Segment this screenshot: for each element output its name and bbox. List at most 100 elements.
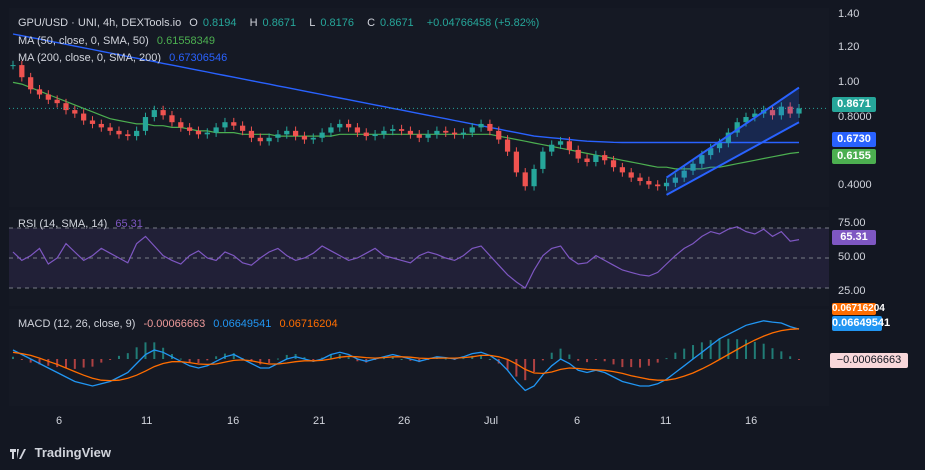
candle-body (19, 65, 25, 78)
candle-body (372, 134, 378, 137)
candle-body (451, 132, 458, 135)
ma50-value: 0.61558349 (156, 35, 216, 47)
macd-hist-bar (700, 342, 703, 359)
macd-hist-bar (144, 342, 147, 359)
candle-body (81, 113, 87, 121)
macd-line (12, 320, 800, 392)
candle-body (628, 172, 634, 178)
candle-body (646, 181, 652, 185)
macd-hist-bar (612, 359, 615, 365)
macd-hist-bar (789, 356, 792, 359)
candle-body (54, 99, 60, 104)
candle-body (116, 130, 122, 135)
candle-body (549, 144, 555, 152)
candle-body (575, 149, 581, 159)
candle-body (160, 110, 166, 116)
macd-line-value: 0.06649541 (213, 318, 272, 330)
rsi-tick-75: 75.00 (838, 217, 866, 229)
macd-hist-bar (12, 356, 14, 359)
candle-body (248, 130, 255, 138)
candle-body (425, 134, 431, 138)
low-value: 0.8176 (320, 17, 355, 29)
price-badge: 0.8671 (832, 97, 876, 112)
high-label: H (249, 17, 258, 29)
high-value: 0.8671 (262, 17, 297, 29)
macd-hist-bar (798, 359, 800, 360)
candle-body (266, 137, 272, 142)
candle-body (10, 65, 16, 67)
ma50-legend[interactable]: MA (50, close, 0, SMA, 50) 0.61558349 (18, 35, 220, 47)
macd-hist-bar (188, 359, 191, 363)
macd-hist-bar (73, 359, 76, 369)
candle-body (134, 130, 140, 137)
tradingview-brand[interactable]: TradingView (10, 445, 111, 460)
macd-hist-bar (674, 352, 677, 359)
candle-body (460, 132, 467, 135)
macd-hist-bar (550, 352, 553, 359)
macd-hist-bar (683, 348, 686, 359)
candle-body (619, 167, 625, 173)
macd-hist-bar (639, 359, 642, 368)
candle-body (63, 103, 69, 111)
candle-body (142, 117, 149, 131)
macd-legend[interactable]: MACD (12, 26, close, 9) -0.00066663 0.06… (18, 318, 343, 330)
candle-body (45, 94, 51, 100)
candle-body (381, 130, 387, 135)
ma50-badge: 0.6155 (832, 149, 876, 164)
macd-hist-bar (692, 345, 695, 359)
date-tick: 21 (313, 415, 326, 427)
macd-line-badge: 0.06649541 (832, 316, 891, 331)
candle-body (319, 132, 325, 138)
macd-hist-bar (594, 359, 597, 360)
date-tick: 6 (56, 415, 63, 427)
macd-hist-bar (276, 358, 279, 360)
macd-hist-bar (100, 359, 103, 363)
macd-hist-bar (215, 356, 218, 359)
symbol-label[interactable]: GPU/USD · UNI, 4h, DEXTools.io (18, 17, 181, 29)
candle-body (328, 127, 334, 133)
macd-hist-bar (488, 359, 491, 360)
ohlc-high: H 0.8671 (250, 17, 302, 29)
candle-body (602, 155, 608, 161)
macd-hist-bar (47, 359, 50, 366)
macd-hist-bar (656, 359, 659, 363)
candle-body (522, 172, 528, 187)
candle-body (443, 130, 449, 133)
macd-hist-bar (718, 338, 721, 359)
rsi-legend[interactable]: RSI (14, SMA, 14) 65.31 (18, 218, 148, 230)
change-value: +0.04766458 (+5.82%) (426, 17, 540, 29)
macd-hist-bar (647, 359, 650, 366)
candle-body (178, 122, 184, 128)
candle-body (513, 151, 520, 173)
date-tick: 26 (398, 415, 411, 427)
candle-body (584, 158, 590, 163)
macd-hist-bar (347, 357, 350, 359)
macd-hist-bar (56, 359, 59, 368)
candle-body (478, 123, 484, 128)
candle-body (566, 141, 573, 150)
candle-body (637, 177, 643, 182)
candle-body (655, 184, 661, 187)
candle-body (496, 130, 502, 140)
macd-hist-bar (400, 359, 403, 360)
macd-hist-bar (20, 359, 23, 360)
macd-hist-bar (179, 358, 182, 360)
date-tick: 11 (141, 415, 153, 427)
candle-body (416, 134, 422, 138)
ma200-legend[interactable]: MA (200, close, 0, SMA, 200) 0.67306546 (18, 52, 232, 64)
candle-body (222, 122, 228, 128)
date-tick: 16 (227, 415, 240, 427)
macd-hist-bar (515, 359, 518, 377)
macd-hist-bar (780, 351, 783, 359)
ma50-label: MA (50, close, 0, SMA, 50) (18, 35, 149, 47)
ohlc-open: O 0.8194 (189, 17, 241, 29)
candle-body (72, 110, 78, 114)
channel-fill (666, 87, 799, 195)
candle-body (28, 77, 34, 90)
close-label: C (367, 17, 376, 29)
macd-hist-bar (630, 359, 633, 368)
candle-body (354, 127, 361, 133)
candle-body (98, 123, 104, 128)
date-tick: 6 (574, 415, 581, 427)
candle-body (337, 123, 343, 128)
